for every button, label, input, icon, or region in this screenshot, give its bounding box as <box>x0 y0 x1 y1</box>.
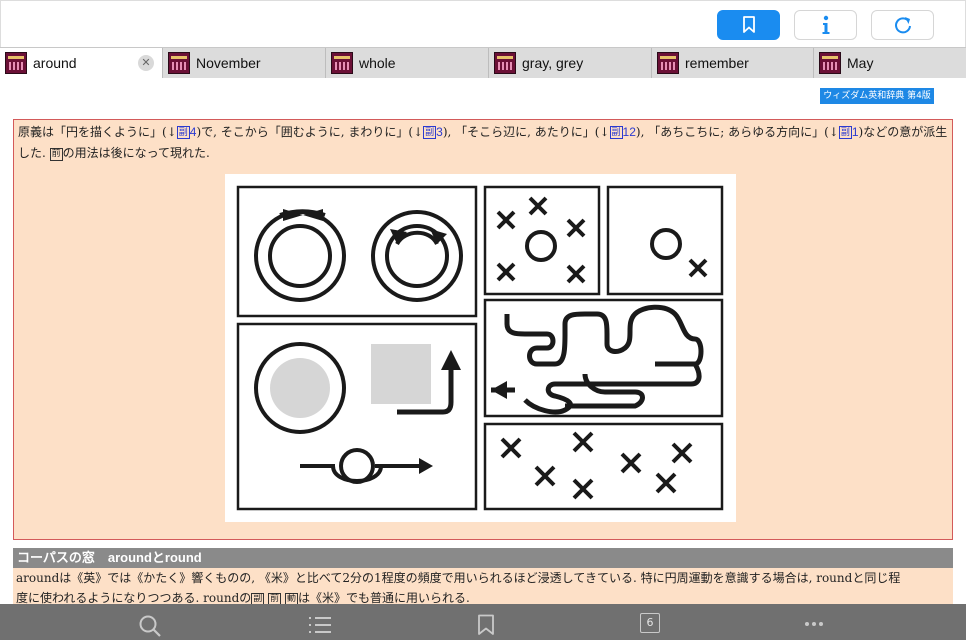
usage-illustration <box>225 174 736 522</box>
dictionary-book-icon <box>168 52 190 74</box>
tab-label: gray, grey <box>522 55 584 71</box>
arrow: ↓ <box>413 125 424 139</box>
winding-arrowhead <box>491 381 507 399</box>
panel-circle-motion <box>236 185 478 318</box>
panel-nearby <box>606 185 724 296</box>
sense-number: 1 <box>851 125 859 139</box>
tab-remember[interactable]: remember <box>652 48 814 78</box>
dictionary-source-badge: ウィズダム英和辞典 第4版 <box>820 88 934 104</box>
sense-link[interactable]: 副4 <box>176 125 196 139</box>
tab-around[interactable]: around ✕ <box>0 48 163 78</box>
etymology-panel: 原義は「円を描くように」(↓ 副 4)で, そこから「囲むように, まわりに」(↓ 副… <box>13 119 953 540</box>
tab-label: May <box>847 55 874 71</box>
dictionary-book-icon <box>494 52 516 74</box>
tab-bar: around ✕ November whole gray, grey remem… <box>0 47 966 78</box>
etymology-text: 原義は「円を描くように」(↓ 副 4)で, そこから「囲むように, まわりに」(↓ 副… <box>18 122 948 164</box>
tab-label: remember <box>685 55 749 71</box>
sense-number: 3 <box>436 125 443 139</box>
corpus-line: aroundは《英》では《かたく》響くものの, 《米》と比べて2分の1程度の頻度… <box>16 571 901 585</box>
text-segment: 原義は「円を描くように」( <box>18 125 167 139</box>
pos-box: 副 <box>423 126 437 139</box>
bookmark-button[interactable] <box>717 10 780 40</box>
close-tab-icon[interactable]: ✕ <box>138 55 154 71</box>
text-segment: ), 「そこら辺に, あたりに」( <box>442 125 600 139</box>
pos-box: 前 <box>49 148 63 161</box>
list-icon[interactable] <box>308 614 332 636</box>
usage-diagram <box>236 185 724 511</box>
all-directions-marks <box>500 431 693 500</box>
text-segment: は《米》でも普通に用いられる. <box>297 591 470 605</box>
more-icon[interactable] <box>804 621 824 627</box>
tab-label: whole <box>359 55 396 71</box>
pos-box: 副 <box>176 126 190 139</box>
tab-november[interactable]: November <box>163 48 326 78</box>
tabs-count-button[interactable]: 6 <box>640 613 660 633</box>
panel-all-directions <box>483 422 724 511</box>
dictionary-book-icon <box>5 52 27 74</box>
tab-gray-grey[interactable]: gray, grey <box>489 48 652 78</box>
circle-motion-icons <box>254 209 463 302</box>
scattered-marks <box>496 196 708 284</box>
dictionary-book-icon <box>657 52 679 74</box>
corpus-window-title: コーパスの窓 aroundとround <box>13 548 953 568</box>
pos-box: 副 <box>609 126 623 139</box>
top-toolbar <box>0 0 966 47</box>
bookmark-icon[interactable] <box>477 614 495 636</box>
text-segment: 度に使われるようになりつつある. roundの <box>16 591 252 605</box>
surround-icons <box>254 342 461 484</box>
bottom-toolbar: 6 <box>0 604 966 640</box>
arrow: ↓ <box>599 125 610 139</box>
dictionary-book-icon <box>331 52 353 74</box>
tab-label: around <box>33 55 77 71</box>
corpus-window-body: aroundは《英》では《かたく》響くものの, 《米》と比べて2分の1程度の頻度… <box>13 568 953 608</box>
text-segment: ), 「あちこちに; あらゆる方向に」( <box>635 125 829 139</box>
sense-link[interactable]: 副1 <box>838 125 859 139</box>
tab-whole[interactable]: whole <box>326 48 489 78</box>
tab-may[interactable]: May <box>814 48 966 78</box>
sense-number: 12 <box>622 125 636 139</box>
search-icon[interactable] <box>138 614 162 638</box>
bookmark-icon <box>742 16 755 33</box>
sense-link[interactable]: 副3 <box>423 125 443 139</box>
text-segment: の用法は後になって現れた. <box>62 146 210 160</box>
pos-box: 副 <box>838 126 852 139</box>
info-button[interactable] <box>794 10 857 40</box>
refresh-icon <box>894 17 911 34</box>
winding-path <box>491 304 704 415</box>
tab-label: November <box>196 55 261 71</box>
arrow: ↓ <box>166 125 177 139</box>
info-icon <box>822 15 829 34</box>
arrow: ↓ <box>828 125 839 139</box>
refresh-button[interactable] <box>871 10 934 40</box>
dictionary-book-icon <box>819 52 841 74</box>
text-segment: )で, そこから「囲むように, まわりに」( <box>196 125 414 139</box>
sense-link[interactable]: 副 12 <box>609 125 636 139</box>
